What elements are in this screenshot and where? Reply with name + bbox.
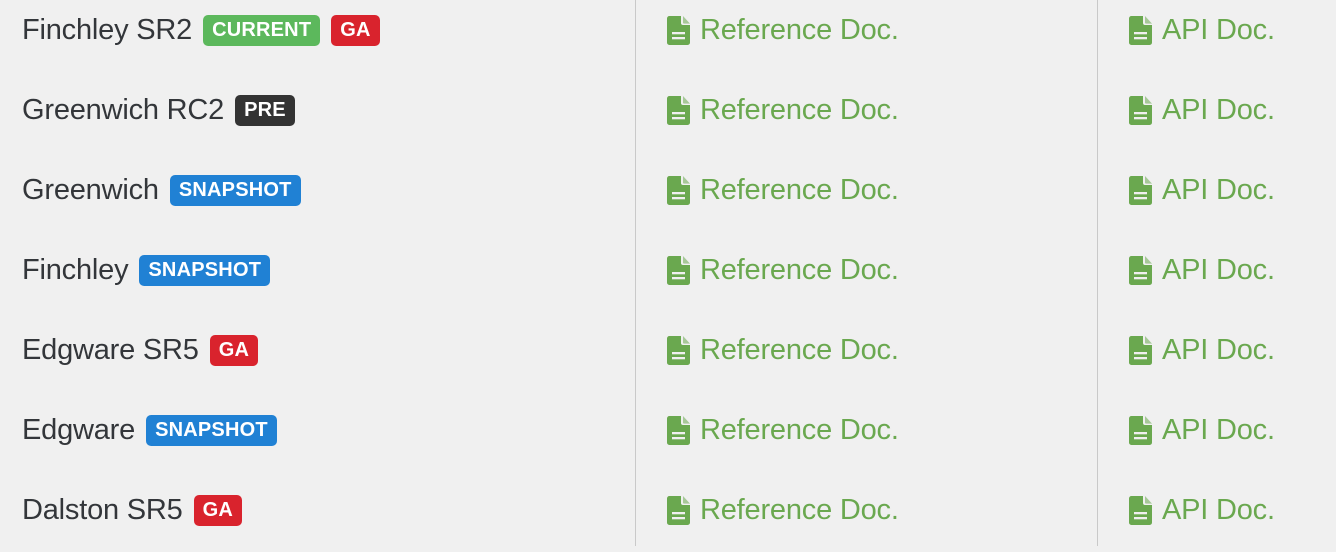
- reference-doc-label: Reference Doc.: [700, 493, 899, 526]
- version-cell: Edgware SR5 GA: [0, 310, 635, 390]
- file-document-icon: [667, 415, 690, 445]
- reference-doc-label: Reference Doc.: [700, 173, 899, 206]
- file-document-icon: [667, 255, 690, 285]
- reference-doc-label: Reference Doc.: [700, 253, 899, 286]
- table-row: Edgware SR5 GA Reference Doc. API Doc.: [0, 310, 1336, 390]
- version-name: Edgware: [22, 413, 136, 446]
- badge-group: CURRENT GA: [203, 14, 380, 46]
- version-name: Greenwich RC2: [22, 93, 225, 126]
- reference-doc-link[interactable]: Reference Doc.: [635, 470, 1097, 550]
- api-doc-label: API Doc.: [1162, 253, 1275, 286]
- file-document-icon: [667, 495, 690, 525]
- version-name: Edgware SR5: [22, 333, 199, 366]
- api-doc-link[interactable]: API Doc.: [1097, 310, 1336, 390]
- reference-doc-label: Reference Doc.: [700, 413, 899, 446]
- badge-group: PRE: [235, 94, 295, 126]
- version-cell: Finchley SR2 CURRENT GA: [0, 0, 635, 70]
- status-badge-snapshot: SNAPSHOT: [139, 254, 271, 286]
- version-cell: Edgware SNAPSHOT: [0, 390, 635, 470]
- file-document-icon: [667, 15, 690, 45]
- reference-doc-link[interactable]: Reference Doc.: [635, 0, 1097, 70]
- badge-group: SNAPSHOT: [146, 414, 277, 446]
- status-badge-current: CURRENT: [203, 14, 321, 46]
- table-row: Finchley SNAPSHOT Reference Doc. API Doc…: [0, 230, 1336, 310]
- table-row: Edgware SNAPSHOT Reference Doc. API Doc.: [0, 390, 1336, 470]
- reference-doc-link[interactable]: Reference Doc.: [635, 310, 1097, 390]
- table-row: Greenwich SNAPSHOT Reference Doc. API Do…: [0, 150, 1336, 230]
- reference-doc-link[interactable]: Reference Doc.: [635, 150, 1097, 230]
- file-document-icon: [1129, 255, 1152, 285]
- status-badge-snapshot: SNAPSHOT: [146, 414, 277, 446]
- table-row: Greenwich RC2 PRE Reference Doc. API Doc…: [0, 70, 1336, 150]
- version-name: Greenwich: [22, 173, 159, 206]
- file-document-icon: [1129, 175, 1152, 205]
- api-doc-link[interactable]: API Doc.: [1097, 230, 1336, 310]
- badge-group: GA: [209, 334, 259, 366]
- api-doc-link[interactable]: API Doc.: [1097, 390, 1336, 470]
- version-cell: Finchley SNAPSHOT: [0, 230, 635, 310]
- reference-doc-label: Reference Doc.: [700, 13, 899, 46]
- badge-group: SNAPSHOT: [139, 254, 271, 286]
- file-document-icon: [1129, 335, 1152, 365]
- version-cell: Dalston SR5 GA: [0, 470, 635, 550]
- table-row: Dalston SR5 GA Reference Doc. API Doc.: [0, 470, 1336, 550]
- status-badge-pre: PRE: [235, 94, 295, 126]
- version-name: Dalston SR5: [22, 493, 183, 526]
- version-name: Finchley SR2: [22, 13, 193, 46]
- status-badge-ga: GA: [193, 494, 243, 526]
- api-doc-link[interactable]: API Doc.: [1097, 470, 1336, 550]
- api-doc-label: API Doc.: [1162, 333, 1275, 366]
- badge-group: GA: [193, 494, 243, 526]
- version-documentation-table: Finchley SR2 CURRENT GA Reference Doc. A…: [0, 0, 1336, 552]
- file-document-icon: [1129, 415, 1152, 445]
- status-badge-ga: GA: [331, 14, 380, 46]
- reference-doc-link[interactable]: Reference Doc.: [635, 390, 1097, 470]
- file-document-icon: [1129, 15, 1152, 45]
- api-doc-link[interactable]: API Doc.: [1097, 70, 1336, 150]
- api-doc-label: API Doc.: [1162, 413, 1275, 446]
- file-document-icon: [667, 175, 690, 205]
- file-document-icon: [1129, 495, 1152, 525]
- file-document-icon: [667, 335, 690, 365]
- api-doc-label: API Doc.: [1162, 173, 1275, 206]
- status-badge-ga: GA: [209, 334, 259, 366]
- badge-group: SNAPSHOT: [169, 174, 301, 206]
- version-name: Finchley: [22, 253, 129, 286]
- version-cell: Greenwich SNAPSHOT: [0, 150, 635, 230]
- file-document-icon: [667, 95, 690, 125]
- api-doc-link[interactable]: API Doc.: [1097, 150, 1336, 230]
- reference-doc-link[interactable]: Reference Doc.: [635, 70, 1097, 150]
- reference-doc-link[interactable]: Reference Doc.: [635, 230, 1097, 310]
- api-doc-label: API Doc.: [1162, 93, 1275, 126]
- version-cell: Greenwich RC2 PRE: [0, 70, 635, 150]
- reference-doc-label: Reference Doc.: [700, 93, 899, 126]
- api-doc-link[interactable]: API Doc.: [1097, 0, 1336, 70]
- status-badge-snapshot: SNAPSHOT: [169, 174, 301, 206]
- file-document-icon: [1129, 95, 1152, 125]
- reference-doc-label: Reference Doc.: [700, 333, 899, 366]
- api-doc-label: API Doc.: [1162, 13, 1275, 46]
- table-row: Finchley SR2 CURRENT GA Reference Doc. A…: [0, 0, 1336, 70]
- api-doc-label: API Doc.: [1162, 493, 1275, 526]
